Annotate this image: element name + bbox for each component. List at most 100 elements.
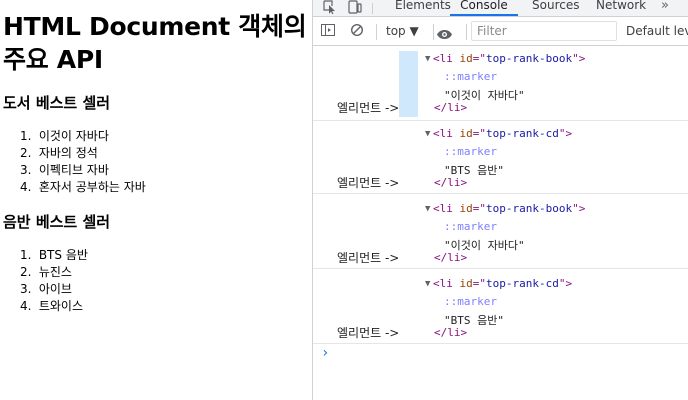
music-title: 뉴진스 [38,265,72,279]
live-expression-eye-icon[interactable] [436,25,453,39]
rank-number: 1. [20,248,32,262]
web-page-preview: HTML Document 객체의 주요 API 도서 베스트 셀러 1. 이것… [0,0,312,400]
console-output: 엘리먼트 -> ▼ <li id="top-rank-book"> ::marke… [313,46,688,400]
music-best-seller-title: 음반 베스트 셀러 [3,213,111,231]
tab-console[interactable]: Console [450,0,518,16]
book-rank-item: 2. 자바의 정석 [20,145,146,162]
music-title: 아이브 [38,282,72,296]
expand-arrow-icon[interactable]: ▼ [425,50,433,68]
tag-open-bracket: < [433,277,440,290]
clear-console-icon[interactable] [350,23,364,39]
dom-node-open-tag[interactable]: ▼ <li id="top-rank-book"> [425,50,585,69]
element-picker-icon[interactable] [319,0,339,16]
console-filter-input[interactable] [471,21,617,41]
more-tabs-icon[interactable]: » [661,0,669,12]
tab-network[interactable]: Network [596,0,646,16]
selected-node-highlight [399,51,418,117]
attribute-equals: =" [472,202,486,215]
attribute-equals: =" [472,277,486,290]
log-label: 엘리먼트 -> [337,326,400,340]
console-toolbar: top ▼ Default level [313,17,688,46]
attribute-equals: =" [472,52,486,65]
dom-node-close-tag: </li> [434,101,468,114]
rank-number: 4. [20,180,32,194]
attribute-value: top-rank-cd [486,127,559,140]
attribute-name: id [459,52,473,65]
rank-number: 2. [20,265,32,279]
toolbar-divider [433,24,434,40]
music-rank-list: 1. BTS 음반 2. 뉴진스 3. 아이브 4. 트와이스 [20,247,88,315]
book-title: 이것이 자바다 [38,129,109,143]
book-title: 혼자서 공부하는 자바 [38,180,146,194]
rank-number: 1. [20,129,32,143]
devtools-panel: Elements Console Sources Network » top ▼ [312,0,688,400]
music-rank-item: 2. 뉴진스 [20,264,88,281]
book-rank-item: 3. 이펙티브 자바 [20,162,146,179]
book-rank-list: 1. 이것이 자바다 2. 자바의 정석 3. 이펙티브 자바 4. 혼자서 공… [20,128,146,196]
dom-node-open-tag[interactable]: ▼ <li id="top-rank-cd"> [425,275,572,294]
book-rank-item: 4. 혼자서 공부하는 자바 [20,179,146,196]
console-log-entry: 엘리먼트 -> ▼ <li id="top-rank-book"> ::marke… [313,196,688,269]
music-rank-item: 4. 트와이스 [20,298,88,315]
rank-number: 2. [20,146,32,160]
log-level-selector[interactable]: Default level [626,24,688,39]
music-rank-item: 3. 아이브 [20,281,88,298]
tab-elements[interactable]: Elements [395,0,451,16]
attribute-value: top-rank-cd [486,277,559,290]
music-title: BTS 음반 [38,248,88,262]
rank-number: 3. [20,282,32,296]
attribute-name: id [459,127,473,140]
dom-node-open-tag[interactable]: ▼ <li id="top-rank-book"> [425,200,585,219]
context-selector[interactable]: top ▼ [386,24,419,39]
devtools-tabbar: Elements Console Sources Network » [313,0,688,17]
chevron-right-icon: › [321,345,330,361]
book-best-seller-title: 도서 베스트 셀러 [3,94,111,112]
tag-close-quote: "> [558,127,573,140]
device-toolbar-icon[interactable] [345,0,365,16]
tag-name: li [439,277,453,290]
log-label: 엘리먼트 -> [337,101,400,115]
dom-node-open-tag[interactable]: ▼ <li id="top-rank-cd"> [425,125,572,144]
log-label: 엘리먼트 -> [337,176,400,190]
attribute-value: top-rank-book [486,52,573,65]
tag-open-bracket: < [433,202,440,215]
tag-open-bracket: < [433,127,440,140]
music-title: 트와이스 [38,299,83,313]
dom-node-close-tag: </li> [434,176,468,189]
attribute-name: id [459,277,473,290]
tag-close-quote: "> [572,52,586,65]
tag-name: li [439,52,453,65]
expand-arrow-icon[interactable]: ▼ [425,125,433,143]
attribute-equals: =" [472,127,486,140]
book-rank-item: 1. 이것이 자바다 [20,128,146,145]
book-title: 이펙티브 자바 [38,163,109,177]
tab-divider [372,3,373,14]
tab-sources[interactable]: Sources [532,0,579,16]
log-label: 엘리먼트 -> [337,251,400,265]
marker-pseudo-element: ::marker [444,295,497,308]
attribute-value: top-rank-book [486,202,573,215]
attribute-name: id [459,202,473,215]
tag-close-quote: "> [558,277,573,290]
screen: HTML Document 객체의 주요 API 도서 베스트 셀러 1. 이것… [0,0,688,400]
rank-number: 4. [20,299,32,313]
page-title: HTML Document 객체의 주요 API [3,12,307,74]
tag-open-bracket: < [433,52,440,65]
console-prompt-line[interactable]: › [313,345,688,364]
show-console-sidebar-icon[interactable] [321,24,335,36]
music-rank-item: 1. BTS 음반 [20,247,88,264]
book-title: 자바의 정석 [38,146,98,160]
console-log-entry: 엘리먼트 -> ▼ <li id="top-rank-cd"> ::marker … [313,271,688,344]
toolbar-divider [466,24,467,40]
marker-pseudo-element: ::marker [444,220,497,233]
tag-name: li [439,202,453,215]
tag-close-quote: "> [572,202,586,215]
marker-pseudo-element: ::marker [444,70,497,83]
marker-pseudo-element: ::marker [444,145,497,158]
dom-node-close-tag: </li> [434,326,468,339]
dom-node-close-tag: </li> [434,251,468,264]
expand-arrow-icon[interactable]: ▼ [425,275,433,293]
expand-arrow-icon[interactable]: ▼ [425,200,433,218]
rank-number: 3. [20,163,32,177]
toolbar-divider [376,24,377,40]
